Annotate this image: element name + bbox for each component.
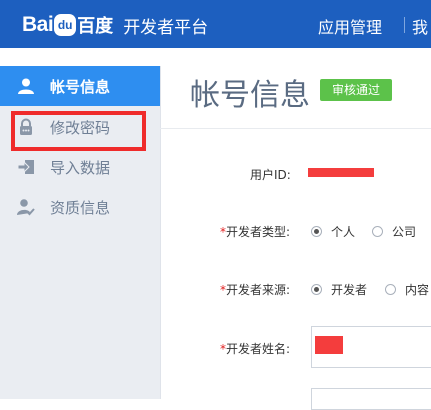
title-divider: [160, 128, 431, 129]
radio-content[interactable]: 内容: [385, 281, 429, 298]
nav-next-item[interactable]: 我: [412, 14, 431, 38]
dev-source-label: *开发者来源:: [220, 281, 290, 298]
import-icon: [16, 157, 36, 177]
dev-name-label-text: 开发者姓名:: [226, 342, 291, 356]
radio-label: 公司: [392, 225, 417, 239]
status-badge: 审核通过: [320, 79, 393, 101]
dev-name-label: *开发者姓名:: [220, 340, 290, 357]
platform-title: 开发者平台: [123, 17, 209, 38]
sidebar-item-label: 帐号信息: [50, 77, 111, 96]
logo-bai-text: Bai: [22, 13, 54, 36]
radio-dot-selected[interactable]: [311, 284, 322, 295]
certified-user-icon: [16, 197, 36, 217]
dev-type-label: *开发者类型:: [220, 223, 290, 240]
radio-personal[interactable]: 个人: [311, 223, 355, 240]
nav-app-manage[interactable]: 应用管理: [318, 14, 382, 38]
user-id-label: 用户ID:: [250, 168, 291, 182]
radio-company[interactable]: 公司: [372, 223, 416, 240]
baidu-logo[interactable]: Bai du 百度 开发者平台: [22, 9, 208, 41]
next-field-input[interactable]: [311, 388, 431, 410]
sidebar-item-qualification[interactable]: 资质信息: [0, 187, 160, 227]
user-icon: [16, 76, 36, 96]
dev-type-label-text: 开发者类型:: [226, 225, 291, 239]
logo-du-badge: du: [54, 14, 77, 36]
sidebar-item-import-data[interactable]: 导入数据: [0, 147, 160, 187]
page-title: 帐号信息: [190, 78, 310, 113]
highlight-box: [11, 111, 146, 151]
user-id-redacted: [308, 168, 374, 177]
logo-cn-text: 百度: [77, 16, 114, 37]
top-header: Bai du 百度 开发者平台 应用管理 我: [0, 0, 431, 48]
sidebar-item-label: 导入数据: [50, 158, 111, 177]
radio-label: 内容: [405, 283, 430, 297]
radio-dot[interactable]: [385, 284, 396, 295]
sidebar-item-account-info[interactable]: 帐号信息: [0, 66, 160, 106]
sidebar-item-label: 资质信息: [50, 198, 111, 217]
radio-label: 开发者: [331, 283, 368, 297]
radio-dot[interactable]: [372, 226, 383, 237]
radio-dot-selected[interactable]: [311, 226, 322, 237]
dev-source-label-text: 开发者来源:: [226, 283, 291, 297]
radio-label: 个人: [331, 225, 356, 239]
radio-developer[interactable]: 开发者: [311, 281, 367, 298]
nav-separator: [404, 17, 405, 33]
dev-name-redacted: [315, 336, 343, 354]
